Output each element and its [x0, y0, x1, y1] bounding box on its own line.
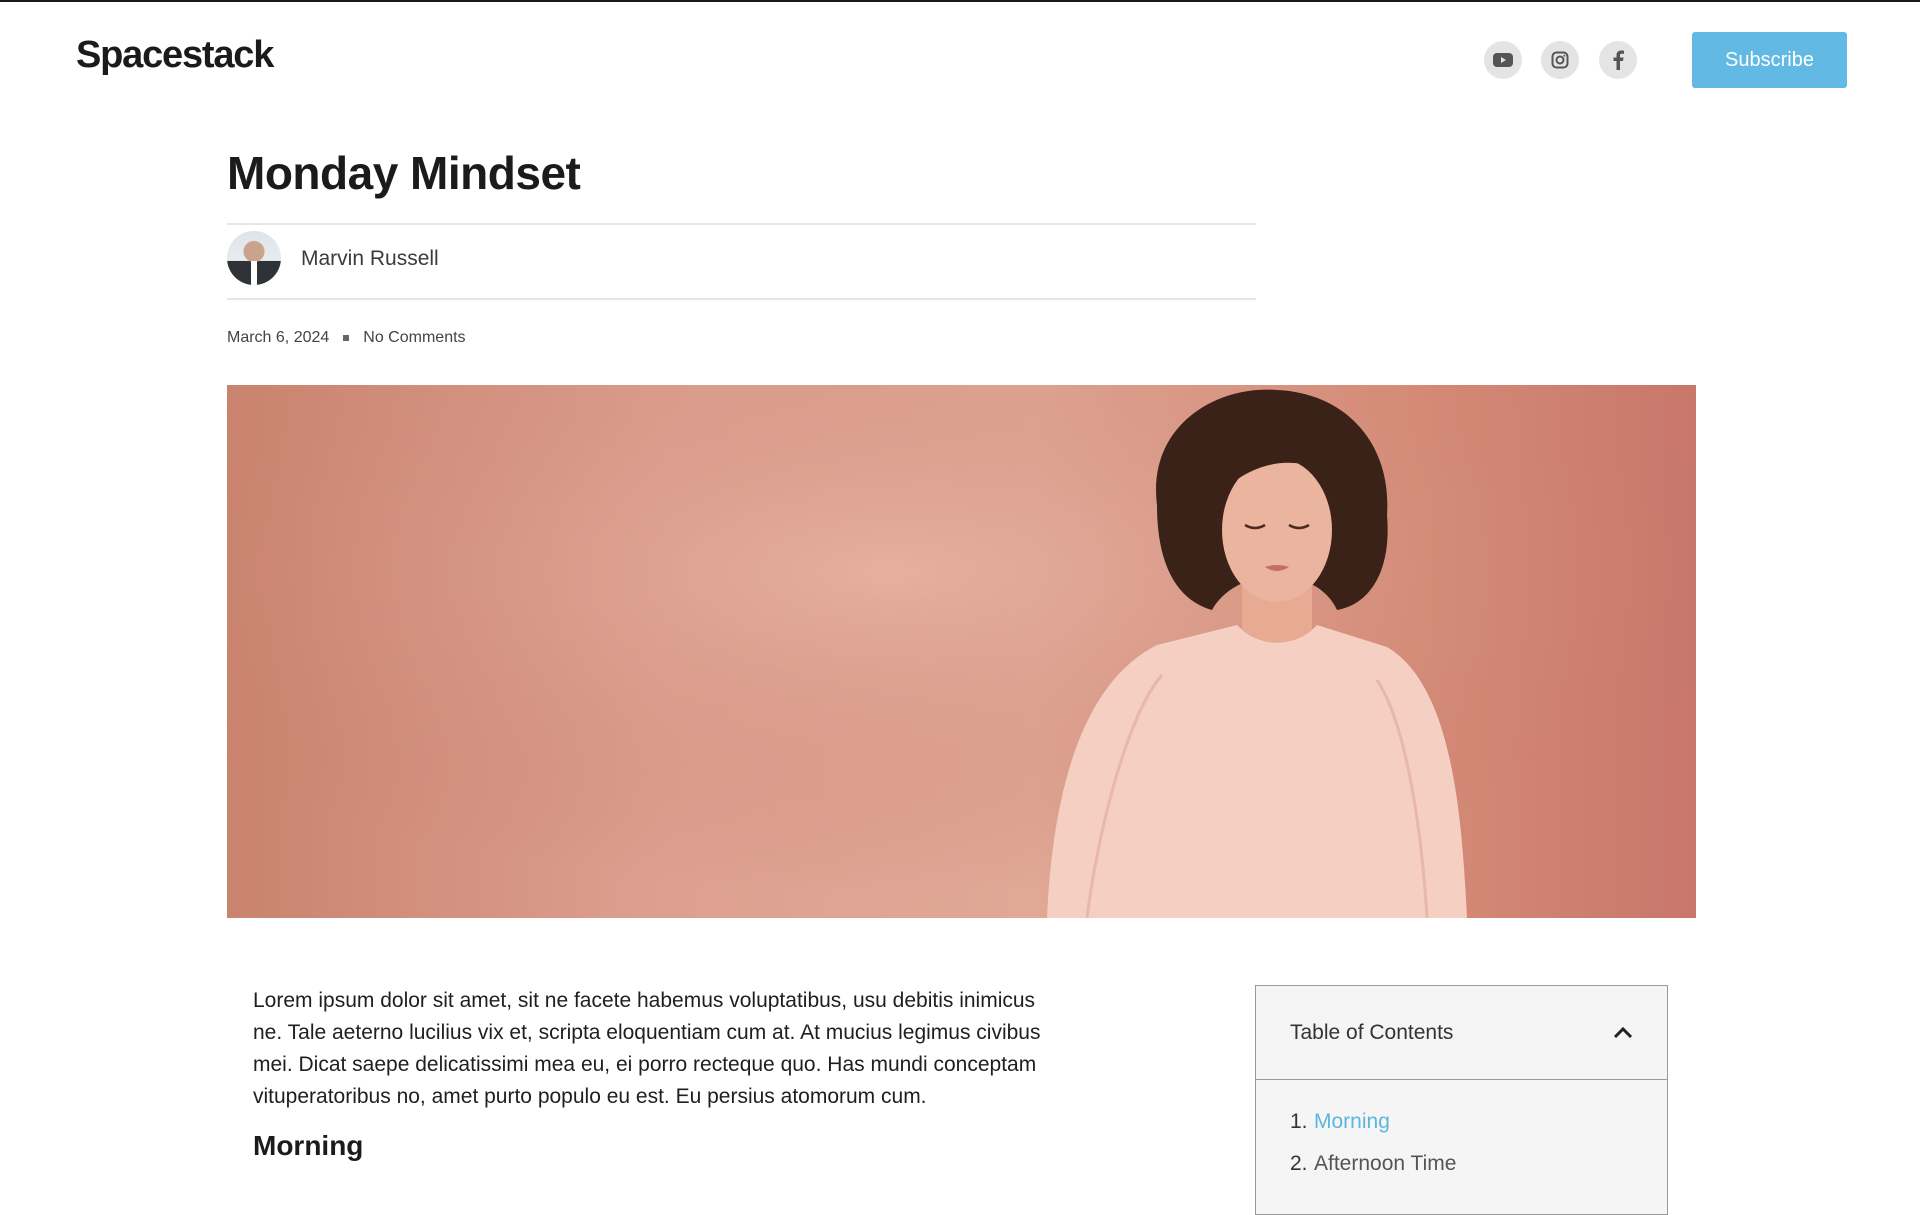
toc-item[interactable]: 2. Afternoon Time	[1290, 1152, 1633, 1176]
toc-title: Table of Contents	[1290, 1020, 1454, 1044]
meta-separator	[343, 335, 350, 341]
youtube-icon	[1493, 53, 1513, 67]
chevron-up-icon[interactable]	[1613, 1026, 1633, 1039]
toc-item-number: 1.	[1290, 1110, 1308, 1133]
top-border	[0, 0, 1920, 2]
facebook-icon	[1613, 50, 1624, 70]
toc-item-link[interactable]: Morning	[1314, 1110, 1390, 1134]
article-title: Monday Mindset	[227, 147, 581, 199]
toc-header[interactable]: Table of Contents	[1256, 986, 1667, 1080]
toc-item[interactable]: 1. Morning	[1290, 1110, 1633, 1134]
author-name[interactable]: Marvin Russell	[301, 247, 439, 271]
section-heading: Morning	[253, 1130, 364, 1161]
site-logo[interactable]: Spacestack	[76, 34, 274, 77]
divider	[227, 223, 1256, 225]
divider	[227, 298, 1256, 300]
table-of-contents: Table of Contents 1. Morning 2. Afternoo…	[1255, 985, 1668, 1215]
facebook-link[interactable]	[1599, 41, 1637, 79]
subscribe-button[interactable]: Subscribe	[1692, 32, 1847, 88]
toc-item-number: 2.	[1290, 1152, 1308, 1175]
toc-list: 1. Morning 2. Afternoon Time	[1256, 1080, 1667, 1176]
comments-link[interactable]: No Comments	[363, 329, 465, 347]
instagram-link[interactable]	[1541, 41, 1579, 79]
author-avatar[interactable]	[227, 231, 281, 285]
youtube-link[interactable]	[1484, 41, 1522, 79]
toc-item-link[interactable]: Afternoon Time	[1314, 1152, 1456, 1176]
featured-image	[227, 385, 1696, 918]
post-meta: March 6, 2024 No Comments	[227, 329, 466, 347]
intro-paragraph: Lorem ipsum dolor sit amet, sit ne facet…	[253, 989, 1041, 1108]
post-date[interactable]: March 6, 2024	[227, 329, 329, 347]
instagram-icon	[1551, 51, 1569, 69]
